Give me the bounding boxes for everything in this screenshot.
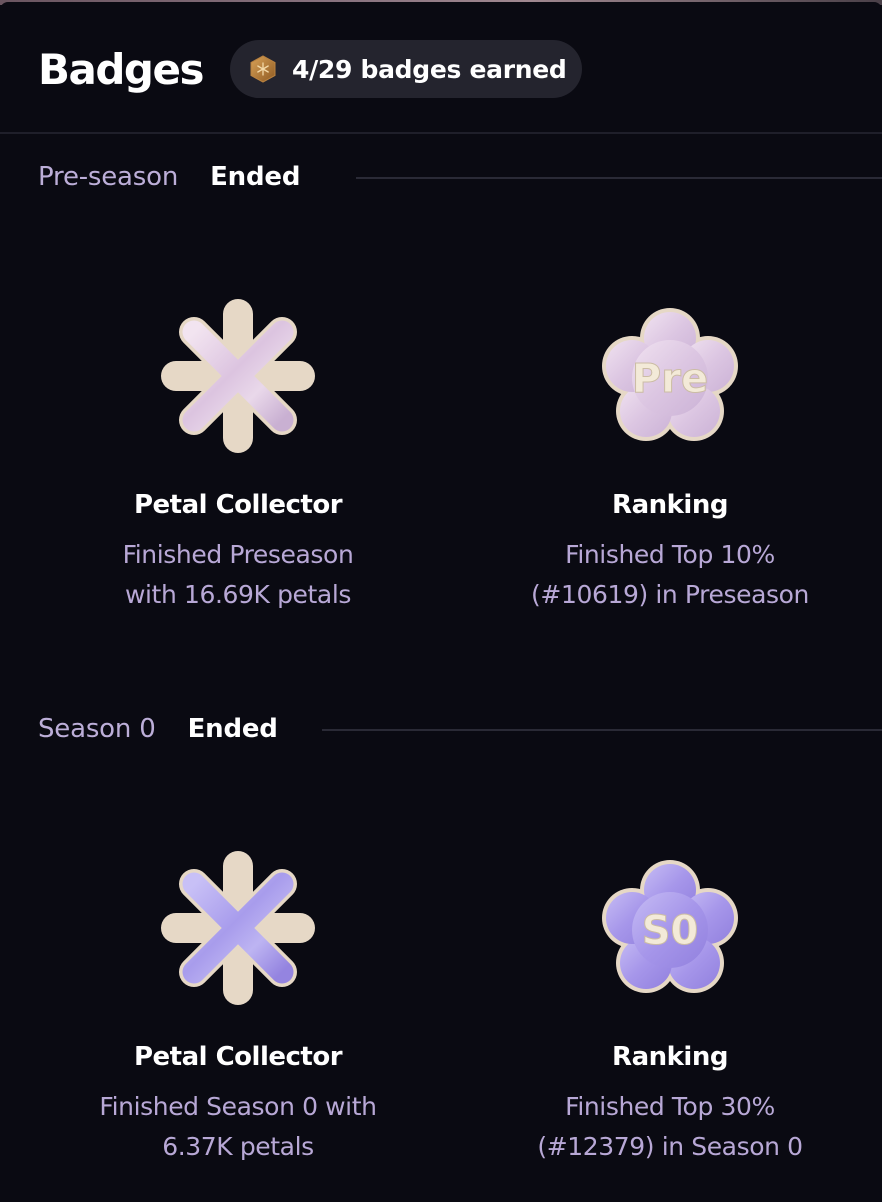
badge-description-line2: 6.37K petals bbox=[162, 1132, 314, 1161]
badge-title: Petal Collector bbox=[133, 1042, 343, 1072]
badge-card-ranking[interactable]: S0 Ranking Finished Top 30% (#12379) in … bbox=[470, 702, 870, 1202]
badge-card-petal-collector[interactable]: Petal Collector Finished Preseason with … bbox=[38, 150, 438, 690]
section-pre-season: Pre-season Ended Petal Collector Finishe… bbox=[0, 150, 882, 690]
badge-description-line1: Finished Top 10% bbox=[565, 540, 775, 569]
badge-title: Petal Collector bbox=[133, 490, 343, 520]
badge-card-ranking[interactable]: Pre Ranking Finished Top 10% (#10619) in… bbox=[470, 150, 870, 690]
badges-earned-count: 4/29 badges earned bbox=[292, 54, 567, 84]
badge-card-petal-collector[interactable]: Petal Collector Finished Season 0 with 6… bbox=[38, 702, 438, 1202]
badge-description-line2: (#12379) in Season 0 bbox=[537, 1132, 803, 1161]
badge-description-line1: Finished Top 30% bbox=[565, 1092, 775, 1121]
hexagon-badge-icon bbox=[250, 55, 276, 83]
page-title: Badges bbox=[38, 45, 204, 94]
badge-emblem-text: S0 bbox=[642, 908, 699, 954]
badge-description-line2: (#10619) in Preseason bbox=[531, 580, 809, 609]
badge-title: Ranking bbox=[612, 1042, 728, 1072]
panel-top-edge bbox=[0, 2, 882, 10]
asterisk-badge-icon bbox=[158, 848, 318, 1008]
asterisk-badge-icon bbox=[158, 296, 318, 456]
badge-description-line1: Finished Preseason bbox=[122, 540, 354, 569]
badge-description-line2: with 16.69K petals bbox=[124, 580, 352, 609]
badge-emblem-text: Pre bbox=[632, 356, 708, 402]
section-season-0: Season 0 Ended Petal Collector Finished … bbox=[0, 702, 882, 1202]
flower-badge-icon: Pre bbox=[590, 296, 750, 456]
badge-description-line1: Finished Season 0 with bbox=[99, 1092, 377, 1121]
flower-badge-icon: S0 bbox=[590, 848, 750, 1008]
badge-title: Ranking bbox=[612, 490, 728, 520]
badges-earned-pill: 4/29 badges earned bbox=[230, 40, 582, 98]
badges-header: Badges 4/29 badges earned bbox=[0, 10, 882, 134]
